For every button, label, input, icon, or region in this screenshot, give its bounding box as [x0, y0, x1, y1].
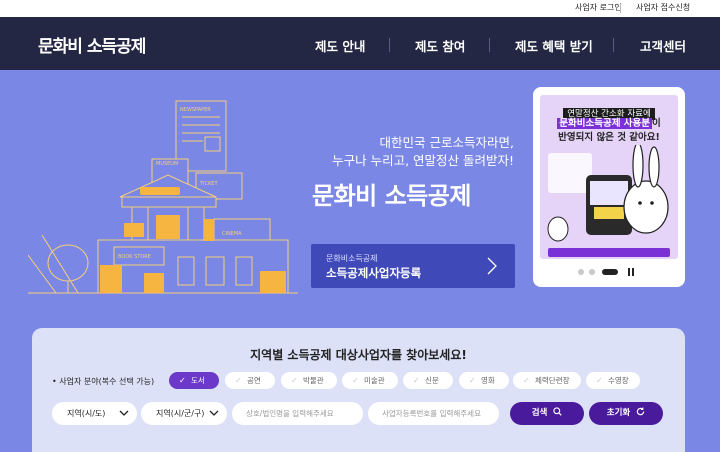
region-sido-value: 지역(시/도)	[67, 409, 106, 418]
business-search-panel: 지역별 소득공제 대상사업자를 찾아보세요! • 사업자 분야(복수 선택 가능…	[32, 328, 685, 452]
chip-art-gallery[interactable]: 미술관	[342, 372, 398, 389]
chip-museum[interactable]: 박물관	[281, 372, 337, 389]
cta-label: 소득공제사업자등록	[326, 266, 422, 280]
ticket-sign: TICKET	[199, 181, 218, 187]
business-apply-link[interactable]: 사업자 접수신청	[636, 2, 690, 13]
banner-footer-strip	[548, 248, 670, 257]
nav-divider	[389, 38, 390, 52]
util-divider	[620, 4, 621, 13]
bookstore-sign: BOOK STORE	[118, 254, 151, 260]
banner-line2-rest: 이	[651, 118, 661, 129]
cta-caption: 문화비소득공제	[326, 254, 378, 263]
reset-button[interactable]: 초기화	[589, 402, 663, 425]
rabbit-phone-illustration	[547, 145, 669, 242]
banner-line3: 반영되지 않은 것 같아요!	[558, 132, 660, 143]
region-sigungu-value: 지역(시/군/구)	[156, 409, 205, 418]
reset-button-label: 초기화	[606, 408, 631, 418]
chevron-down-icon	[209, 410, 219, 416]
chip-books[interactable]: 도서	[169, 372, 219, 389]
search-title: 지역별 소득공제 대상사업자를 찾아보세요!	[250, 348, 467, 362]
hero-subtitle-line2: 누구나 누리고, 연말정산 돌려받자!	[332, 153, 514, 168]
carousel-dot-active[interactable]	[602, 269, 618, 275]
newspaper-sign: NEWSPAPER	[180, 107, 211, 113]
search-button[interactable]: 검색	[510, 402, 584, 425]
chevron-right-icon	[487, 257, 497, 275]
nav-divider	[613, 38, 614, 52]
nav-item-benefit[interactable]: 제도 혜택 받기	[515, 36, 593, 55]
register-business-button[interactable]: 문화비소득공제 소득공제사업자등록	[311, 244, 515, 288]
chevron-down-icon	[119, 410, 129, 416]
chip-swimming-pool[interactable]: 수영장	[586, 372, 640, 389]
banner-highlight: 문화비소득공제 사용분	[557, 118, 652, 129]
utility-bar: 사업자 로그인 사업자 접수신청	[0, 0, 720, 17]
carousel-dot[interactable]	[578, 269, 584, 275]
business-number-input[interactable]	[368, 402, 499, 425]
search-icon	[553, 407, 562, 416]
nav-divider	[489, 38, 490, 52]
business-login-link[interactable]: 사업자 로그인	[575, 2, 622, 13]
carousel-dot[interactable]	[589, 269, 595, 275]
nav-item-about[interactable]: 제도 안내	[315, 36, 365, 55]
promo-banner-card[interactable]: 연말정산 간소화 자료에 문화비소득공제 사용분 이 반영되지 않은 것 같아요!	[533, 87, 685, 287]
region-sido-select[interactable]: 지역(시/도)	[52, 402, 137, 425]
site-logo[interactable]: 문화비 소득공제	[38, 32, 146, 57]
hero-title: 문화비 소득공제	[312, 182, 471, 210]
category-filter-label: • 사업자 분야(복수 선택 가능)	[52, 377, 155, 386]
chip-newspaper[interactable]: 신문	[403, 372, 453, 389]
search-button-label: 검색	[531, 408, 548, 418]
site-header: 문화비 소득공제 제도 안내 제도 참여 제도 혜택 받기 고객센터	[0, 17, 720, 70]
business-name-input[interactable]	[232, 402, 363, 425]
chip-fitness-center[interactable]: 체력단련장	[513, 372, 581, 389]
hero-subtitle-line1: 대한민국 근로소득자라면,	[379, 135, 514, 150]
museum-sign: MUSEUM	[156, 161, 178, 167]
chip-movie[interactable]: 영화	[459, 372, 509, 389]
culture-buildings-illustration: NEWSPAPER MUSEUM TICKET CINEMA BOOK STOR…	[28, 100, 298, 294]
carousel-indicator	[578, 268, 648, 276]
refresh-icon	[636, 407, 645, 416]
promo-banner-image: 연말정산 간소화 자료에 문화비소득공제 사용분 이 반영되지 않은 것 같아요!	[540, 95, 678, 259]
pause-icon[interactable]	[627, 268, 635, 276]
chip-performance[interactable]: 공연	[225, 372, 275, 389]
cinema-sign: CINEMA	[222, 231, 242, 237]
nav-item-support[interactable]: 고객센터	[640, 36, 686, 55]
region-sigungu-select[interactable]: 지역(시/군/구)	[141, 402, 227, 425]
nav-item-join[interactable]: 제도 참여	[415, 36, 465, 55]
